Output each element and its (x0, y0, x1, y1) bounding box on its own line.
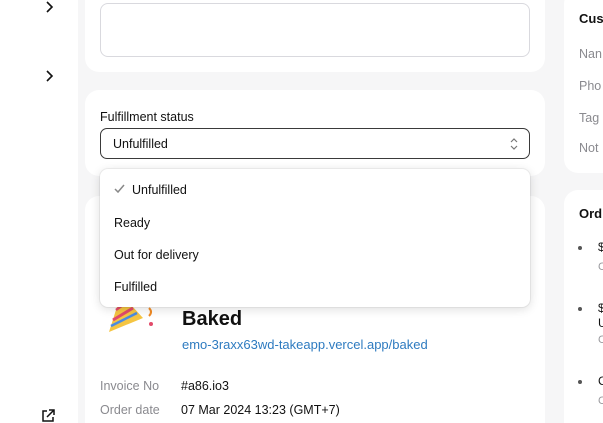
store-link[interactable]: emo-3raxx63wd-takeapp.vercel.app/baked (182, 337, 428, 352)
order-bullet (578, 380, 582, 384)
customer-note-label: Not (579, 141, 599, 155)
fulfillment-status-label: Fulfillment status (100, 110, 194, 124)
order-bullet (578, 307, 582, 311)
customer-phone-label: Pho (579, 79, 602, 93)
order-date-label: Order date (100, 403, 160, 417)
customer-tags-label: Tag (579, 111, 600, 125)
order-item-sub: C (598, 261, 603, 273)
orders-title: Ord (579, 206, 603, 221)
notes-textarea[interactable] (100, 3, 530, 57)
fulfillment-status-value: Unfulfilled (113, 137, 168, 151)
order-item-sub: C (598, 334, 603, 346)
customer-title: Cus (579, 11, 603, 26)
sidebar (0, 0, 78, 423)
order-item-text: $ (598, 240, 603, 254)
order-item-text: C (598, 374, 603, 388)
option-unfulfilled[interactable]: Unfulfilled (132, 183, 187, 197)
fulfillment-status-select[interactable]: Unfulfilled (100, 128, 530, 159)
option-fulfilled[interactable]: Fulfilled (114, 280, 157, 294)
invoice-no-value: #a86.io3 (181, 379, 229, 393)
option-ready[interactable]: Ready (114, 216, 150, 230)
chevron-right-icon[interactable] (44, 70, 54, 82)
chevron-right-icon[interactable] (44, 1, 54, 13)
order-date-value: 07 Mar 2024 13:23 (GMT+7) (181, 403, 340, 417)
customer-name-label: Nan (579, 47, 602, 61)
select-caret-icon (510, 138, 518, 150)
order-bullet (578, 246, 582, 250)
notes-card (85, 0, 545, 72)
customer-card: Cus Nan Pho Tag Not (564, 0, 603, 173)
order-item-text: $ (598, 301, 603, 315)
order-item-sub: C (598, 395, 603, 407)
invoice-no-label: Invoice No (100, 379, 160, 393)
check-icon (114, 184, 125, 194)
order-item-text-2: U (598, 316, 603, 330)
fulfillment-card: Fulfillment status Unfulfilled (85, 90, 545, 176)
fulfillment-status-dropdown: Unfulfilled Ready Out for delivery Fulfi… (100, 169, 530, 307)
store-name: Baked (182, 308, 243, 330)
option-out-for-delivery[interactable]: Out for delivery (114, 248, 199, 262)
orders-card: Ord $ C $ U C C C (564, 190, 603, 423)
right-column: Cus Nan Pho Tag Not Ord $ C $ U C C C (564, 0, 603, 423)
external-link-icon[interactable] (40, 408, 56, 423)
